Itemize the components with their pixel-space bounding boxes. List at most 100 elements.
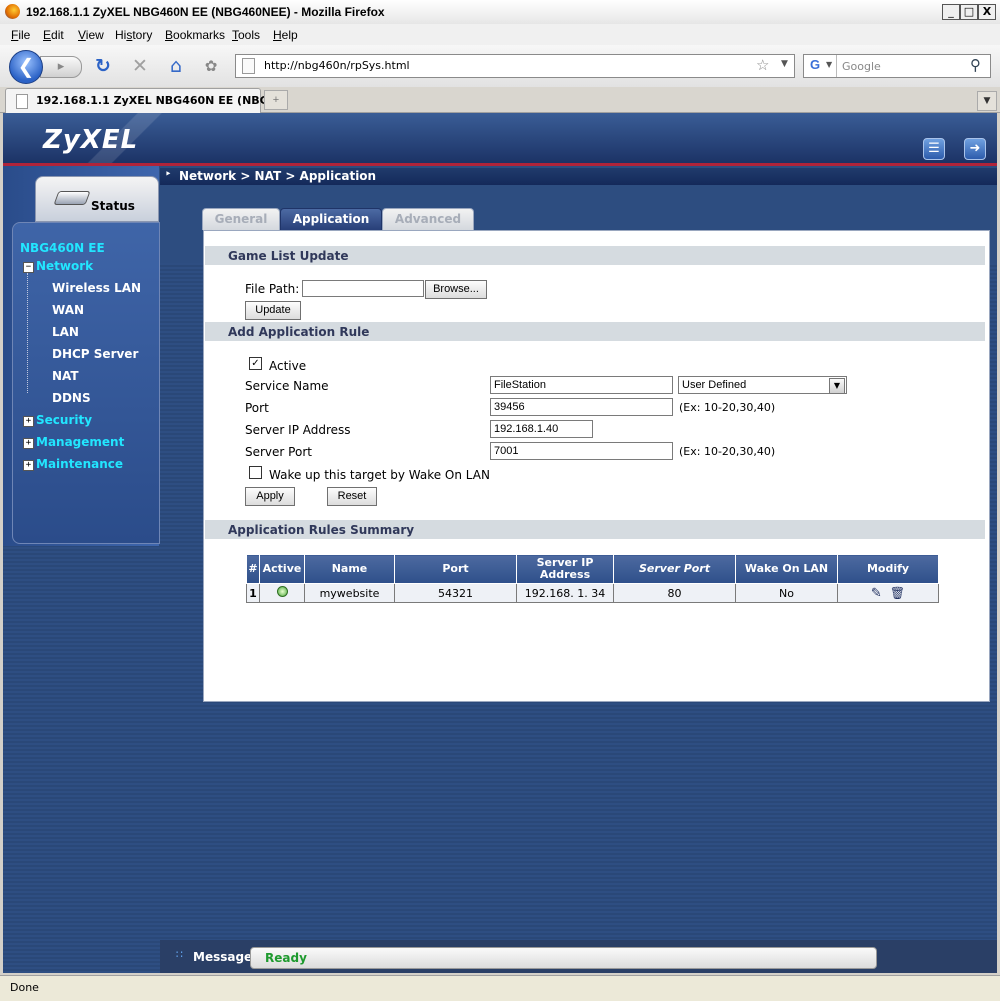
col-server-port: Server Port bbox=[613, 554, 736, 584]
sidebar-item-lan[interactable]: LAN bbox=[52, 325, 79, 339]
minimize-button[interactable]: _ bbox=[942, 4, 960, 20]
col-port: Port bbox=[394, 554, 517, 584]
menu-tools[interactable]: Tools bbox=[232, 28, 260, 42]
message-field: Ready bbox=[250, 947, 877, 969]
row-server-port: 80 bbox=[613, 583, 736, 603]
logout-icon[interactable]: ➜ bbox=[964, 138, 986, 160]
browser-tab[interactable]: 192.168.1.1 ZyXEL NBG460N EE (NBG4... bbox=[5, 88, 289, 113]
search-icon[interactable]: ⚲ bbox=[970, 56, 981, 74]
close-button[interactable]: X bbox=[978, 4, 996, 20]
menu-help[interactable]: Help bbox=[273, 28, 298, 42]
breadcrumb: ‣ Network > NAT > Application bbox=[160, 168, 997, 185]
active-checkbox[interactable]: ✓ bbox=[249, 357, 262, 370]
apply-button[interactable]: Apply bbox=[245, 487, 295, 506]
chevron-down-icon[interactable]: ▼ bbox=[829, 378, 845, 394]
reload-icon[interactable]: ↻ bbox=[91, 54, 115, 78]
back-button[interactable]: ❮ bbox=[9, 50, 43, 84]
port-label: Port bbox=[245, 401, 269, 415]
home-icon[interactable]: ⌂ bbox=[164, 54, 188, 78]
tab-list-button[interactable]: ▼ bbox=[977, 91, 997, 111]
collapse-icon[interactable]: − bbox=[23, 262, 34, 273]
addon-icon[interactable]: ✿ bbox=[199, 54, 223, 78]
col-server-ip: Server IP Address bbox=[516, 554, 614, 584]
edit-icon[interactable]: ✎ bbox=[871, 586, 882, 601]
tab-general[interactable]: General bbox=[202, 208, 280, 230]
lightbulb-on-icon bbox=[276, 586, 288, 597]
server-ip-label: Server IP Address bbox=[245, 423, 351, 437]
server-port-hint: (Ex: 10-20,30,40) bbox=[679, 445, 776, 458]
expand-icon[interactable]: + bbox=[23, 416, 34, 427]
zyxel-logo: ZyXEL bbox=[43, 125, 139, 155]
sidebar-item-security[interactable]: Security bbox=[36, 413, 92, 427]
section-add-rule: Add Application Rule bbox=[205, 322, 985, 341]
breadcrumb-arrow-icon: ‣ bbox=[165, 169, 172, 180]
status-tab[interactable]: Status bbox=[35, 176, 159, 222]
expand-icon[interactable]: + bbox=[23, 438, 34, 449]
device-name: NBG460N EE bbox=[20, 241, 105, 255]
wol-checkbox[interactable] bbox=[249, 466, 262, 479]
service-name-input[interactable]: FileStation bbox=[490, 376, 673, 394]
server-port-input[interactable]: 7001 bbox=[490, 442, 673, 460]
menu-view[interactable]: View bbox=[78, 28, 104, 42]
search-engine-dropdown-icon[interactable]: ▼ bbox=[826, 60, 832, 69]
message-dots-icon: ∷ bbox=[176, 948, 183, 961]
page-header: ZyXEL ☰ ➜ bbox=[3, 113, 997, 163]
section-game-list: Game List Update bbox=[205, 246, 985, 265]
file-path-input[interactable] bbox=[302, 280, 424, 297]
wizard-icon[interactable]: ☰ bbox=[923, 138, 945, 160]
sidebar-item-wireless-lan[interactable]: Wireless LAN bbox=[52, 281, 141, 295]
sidebar-item-ddns[interactable]: DDNS bbox=[52, 391, 91, 405]
search-box[interactable]: G ▼ Google ⚲ bbox=[803, 54, 991, 78]
browser-status-bar: Done bbox=[0, 975, 1000, 1001]
sidebar-item-maintenance[interactable]: Maintenance bbox=[36, 457, 123, 471]
delete-icon[interactable]: 🗑 bbox=[890, 586, 905, 600]
forward-button[interactable]: ▸ bbox=[40, 56, 82, 78]
server-port-label: Server Port bbox=[245, 445, 312, 459]
tab-application[interactable]: Application bbox=[280, 208, 382, 230]
menu-file[interactable]: File bbox=[11, 28, 30, 42]
sidebar-item-network[interactable]: Network bbox=[36, 259, 93, 273]
service-name-label: Service Name bbox=[245, 379, 329, 393]
url-dropdown-icon[interactable]: ▼ bbox=[781, 59, 788, 69]
row-modify: ✎ 🗑 bbox=[837, 583, 939, 603]
sidebar-item-management[interactable]: Management bbox=[36, 435, 124, 449]
window-title: 192.168.1.1 ZyXEL NBG460N EE (NBG460NEE)… bbox=[26, 5, 385, 19]
sidebar-item-nat[interactable]: NAT bbox=[52, 369, 79, 383]
port-hint: (Ex: 10-20,30,40) bbox=[679, 401, 776, 414]
message-value: Ready bbox=[265, 951, 307, 965]
stop-icon[interactable]: ✕ bbox=[128, 54, 152, 78]
section-summary: Application Rules Summary bbox=[205, 520, 985, 539]
service-type-select[interactable]: User Defined ▼ bbox=[678, 376, 847, 394]
col-name: Name bbox=[304, 554, 395, 584]
browser-tab-title: 192.168.1.1 ZyXEL NBG460N EE (NBG4... bbox=[36, 94, 289, 107]
url-bar[interactable]: http://nbg460n/rpSys.html ☆ ▼ bbox=[235, 54, 795, 78]
row-wol: No bbox=[735, 583, 838, 603]
col-modify: Modify bbox=[837, 554, 939, 584]
router-icon bbox=[53, 191, 91, 205]
sidebar-item-dhcp-server[interactable]: DHCP Server bbox=[52, 347, 138, 361]
menu-bookmarks[interactable]: Bookmarks bbox=[165, 28, 225, 42]
col-active: Active bbox=[259, 554, 305, 584]
reset-button[interactable]: Reset bbox=[327, 487, 377, 506]
expand-icon[interactable]: + bbox=[23, 460, 34, 471]
new-tab-button[interactable]: + bbox=[264, 90, 288, 110]
update-button[interactable]: Update bbox=[245, 301, 301, 320]
table-header-row: # Active Name Port Server IP Address Ser… bbox=[246, 554, 939, 584]
active-label: Active bbox=[269, 359, 307, 373]
wol-label: Wake up this target by Wake On LAN bbox=[269, 468, 490, 482]
server-ip-input[interactable]: 192.168.1.40 bbox=[490, 420, 593, 438]
menu-edit[interactable]: Edit bbox=[43, 28, 64, 42]
bookmark-star-icon[interactable]: ☆ bbox=[756, 56, 769, 74]
sidebar-item-wan[interactable]: WAN bbox=[52, 303, 84, 317]
browse-button[interactable]: Browse... bbox=[425, 280, 487, 299]
page-icon bbox=[242, 58, 255, 74]
menu-history[interactable]: History bbox=[115, 28, 152, 42]
content-panel bbox=[203, 230, 990, 702]
row-port: 54321 bbox=[394, 583, 517, 603]
table-row: 1 mywebsite 54321 192.168. 1. 34 80 No ✎… bbox=[246, 583, 939, 603]
maximize-button[interactable]: □ bbox=[960, 4, 978, 20]
url-text: http://nbg460n/rpSys.html bbox=[264, 59, 410, 72]
port-input[interactable]: 39456 bbox=[490, 398, 673, 416]
google-icon: G bbox=[809, 57, 821, 72]
tab-advanced[interactable]: Advanced bbox=[382, 208, 474, 230]
